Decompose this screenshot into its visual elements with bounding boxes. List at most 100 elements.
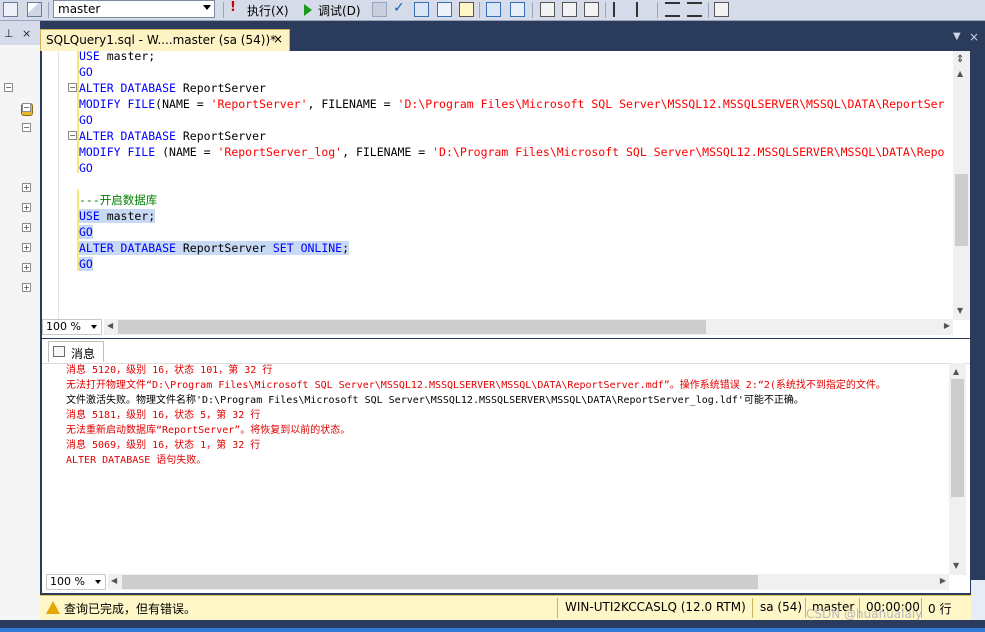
scroll-down-icon[interactable]: ▼: [957, 306, 963, 315]
document-tab[interactable]: SQLQuery1.sql - W....master (sa (54))* ×: [40, 29, 290, 51]
tree-expand-item[interactable]: +: [22, 223, 31, 232]
code-line: ALTER DATABASE ReportServer: [79, 80, 266, 96]
status-rows: 0 行: [928, 602, 952, 616]
client-stats-icon[interactable]: [562, 2, 577, 17]
message-line: 无法打开物理文件“D:\Program Files\Microsoft SQL …: [66, 380, 886, 391]
scroll-up-icon[interactable]: ▲: [957, 69, 963, 78]
message-line: 文件激活失败。物理文件名称'D:\Program Files\Microsoft…: [66, 395, 804, 406]
message-line: 消息 5181，级别 16，状态 5，第 32 行: [66, 410, 261, 421]
taskbar-strip: [0, 620, 985, 632]
code-token: 'D:\Program Files\Microsoft SQL Server\M…: [432, 145, 945, 159]
results-horizontal-thumb[interactable]: [122, 575, 758, 589]
object-explorer-icon[interactable]: [3, 2, 18, 17]
message-line: 消息 5069，级别 16，状态 1，第 32 行: [66, 440, 261, 451]
editor-vertical-thumb[interactable]: [955, 174, 968, 246]
object-explorer-header: ⊥ ×: [0, 21, 40, 45]
database-select[interactable]: master: [53, 0, 215, 18]
code-token: , FILENAME =: [307, 97, 398, 111]
code-token: MODIFY FILE: [79, 145, 163, 159]
document-tab-title: SQLQuery1.sql - W....master (sa (54))*: [46, 33, 277, 47]
status-server: WIN-UTI2KCCASLQ (12.0 RTM): [565, 600, 746, 614]
close-icon[interactable]: ×: [22, 27, 31, 40]
include-plan-icon[interactable]: [540, 2, 555, 17]
pin-icon[interactable]: ⊥: [4, 27, 14, 40]
scroll-up-icon[interactable]: ▲: [953, 367, 959, 376]
code-token: GO: [79, 225, 93, 239]
code-token: , FILENAME =: [342, 145, 433, 159]
query-options-icon[interactable]: [486, 2, 501, 17]
code-token: 'ReportServer': [210, 97, 308, 111]
code-token: ;: [342, 241, 350, 255]
code-token: GO: [79, 65, 93, 79]
status-user: sa (54): [760, 600, 803, 614]
code-token: (NAME =: [162, 145, 218, 159]
debug-button[interactable]: 调试(D): [318, 2, 361, 19]
code-token: master;: [106, 209, 156, 223]
outline-collapse[interactable]: −: [68, 131, 77, 140]
parse-icon[interactable]: [414, 2, 429, 17]
tree-expand-item[interactable]: +: [22, 243, 31, 252]
message-line: 消息 5120，级别 16，状态 101，第 32 行: [66, 365, 273, 376]
code-line: USE master;: [79, 48, 155, 64]
results-to-text-icon[interactable]: [584, 2, 599, 17]
display-plan-icon[interactable]: [437, 2, 452, 17]
close-tab-icon[interactable]: ×: [273, 32, 283, 46]
editor-zoom-value: 100 %: [46, 320, 81, 333]
results-horizontal-scrollbar[interactable]: ◀ ▶: [108, 574, 949, 590]
code-line: GO: [79, 256, 93, 272]
results-zoom-value: 100 %: [50, 575, 85, 588]
filter-icon[interactable]: [27, 2, 42, 17]
results-zoom-select[interactable]: 100 %: [46, 574, 106, 590]
results-vertical-thumb[interactable]: [951, 379, 964, 497]
scroll-right-icon[interactable]: ▶: [940, 576, 946, 585]
tree-collapse-item[interactable]: −: [22, 103, 31, 112]
execute-button[interactable]: 执行(X): [247, 2, 289, 19]
tab-messages[interactable]: 消息: [48, 341, 104, 362]
scroll-left-icon[interactable]: ◀: [107, 321, 113, 330]
code-token: ALTER DATABASE: [79, 81, 183, 95]
results-vertical-scrollbar[interactable]: ▲ ▼: [949, 363, 966, 575]
specify-values-icon[interactable]: [714, 2, 729, 17]
tree-expand-item[interactable]: +: [22, 203, 31, 212]
outline-collapse[interactable]: −: [68, 83, 77, 92]
tree-collapse-root[interactable]: −: [4, 83, 13, 92]
exclamation-icon: !: [230, 0, 236, 15]
code-token: ---开启数据库: [79, 193, 158, 207]
scroll-down-icon[interactable]: ▼: [953, 561, 959, 570]
code-token: MODIFY FILE: [79, 97, 156, 111]
outdent-icon[interactable]: [665, 2, 680, 17]
comment-icon[interactable]: [613, 2, 628, 17]
tree-expand-item[interactable]: +: [22, 183, 31, 192]
tree-expand-item[interactable]: +: [22, 263, 31, 272]
uncomment-icon[interactable]: [636, 2, 651, 17]
code-token: GO: [79, 113, 93, 127]
database-select-value: master: [58, 2, 101, 16]
editor-horizontal-thumb[interactable]: [118, 320, 706, 334]
status-message: 查询已完成，但有错误。: [64, 602, 197, 616]
results-grid-icon[interactable]: [459, 2, 474, 17]
tab-list-icon[interactable]: ▼: [953, 31, 961, 42]
editor-vertical-scrollbar[interactable]: ⇕ ▲ ▼: [953, 51, 970, 320]
scroll-left-icon[interactable]: ◀: [111, 576, 117, 585]
check-icon[interactable]: ✓: [393, 0, 408, 16]
chevron-down-icon: [95, 580, 101, 584]
tree-expand-item[interactable]: +: [22, 283, 31, 292]
code-line: ALTER DATABASE ReportServer: [79, 128, 266, 144]
tree-collapse-item[interactable]: −: [22, 123, 31, 132]
chevron-down-icon: [91, 325, 97, 329]
code-token: GO: [79, 161, 93, 175]
stop-icon[interactable]: [372, 2, 387, 17]
split-icon[interactable]: ⇕: [956, 54, 964, 65]
sql-editor[interactable]: − − USE master; GO ALTER DATABASE ReportSe…: [42, 48, 970, 338]
editor-horizontal-scrollbar[interactable]: ◀ ▶: [104, 319, 953, 335]
intellisense-icon[interactable]: [510, 2, 525, 17]
indent-icon[interactable]: [687, 2, 702, 17]
code-token: GO: [79, 257, 93, 271]
scroll-right-icon[interactable]: ▶: [944, 321, 950, 330]
tab-messages-label: 消息: [71, 347, 96, 361]
editor-gutter: [42, 51, 59, 320]
code-token: master;: [106, 49, 156, 63]
editor-zoom-select[interactable]: 100 %: [42, 319, 102, 335]
close-window-icon[interactable]: ×: [969, 30, 979, 44]
code-token: USE: [79, 49, 107, 63]
